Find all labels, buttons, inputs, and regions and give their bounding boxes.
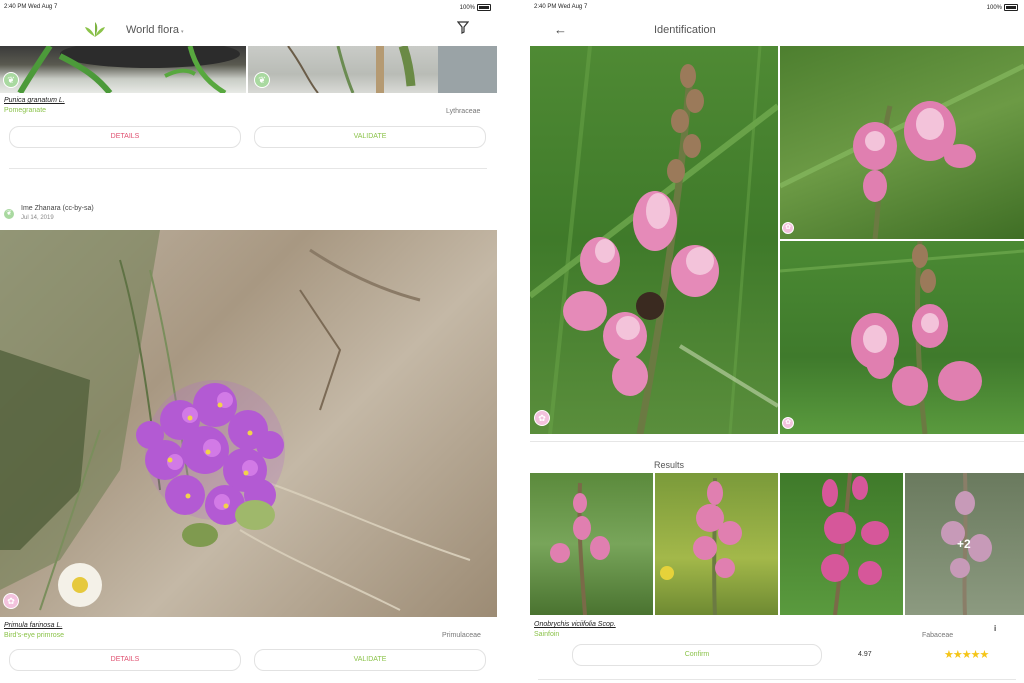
filter-icon[interactable]: [456, 21, 470, 37]
result-photo[interactable]: [530, 473, 653, 615]
flower-organ-icon: ✿: [782, 222, 794, 234]
status-bar: 2:40 PM Wed Aug 7 100%: [0, 0, 497, 14]
common-name: Sainfoin: [534, 631, 560, 638]
flower-organ-icon: ✿: [782, 417, 794, 429]
family-name: Primulaceae: [442, 632, 481, 639]
results-heading: Results: [654, 460, 685, 470]
result-photo[interactable]: [780, 473, 903, 615]
card-divider: [9, 168, 487, 169]
battery-icon: [477, 4, 491, 11]
flower-organ-icon: ✿: [3, 593, 19, 609]
left-screen: 2:40 PM Wed Aug 7 100% World flora ▾ ❦ ❦…: [0, 0, 497, 683]
confirm-button[interactable]: Confirm: [572, 644, 822, 666]
common-name: Bird's-eye primrose: [4, 632, 65, 639]
page-title: Identification: [654, 24, 716, 36]
app-header: ← Identification: [530, 14, 1024, 46]
battery-indicator: 100%: [460, 4, 491, 11]
details-button[interactable]: DETAILS: [9, 126, 241, 148]
more-results-count: +2: [957, 537, 971, 551]
result-photo[interactable]: [655, 473, 778, 615]
scientific-name[interactable]: Punica granatum L.: [4, 97, 65, 104]
status-bar: 2:40 PM Wed Aug 7 100%: [530, 0, 1024, 14]
details-button[interactable]: DETAILS: [9, 649, 241, 671]
right-screen: 2:40 PM Wed Aug 7 100% ← Identification: [530, 0, 1024, 683]
chevron-down-icon: ▾: [180, 29, 184, 35]
status-time: 2:40 PM Wed Aug 7: [534, 4, 588, 10]
page-title[interactable]: World flora ▾: [126, 24, 184, 36]
family-name: Lythraceae: [446, 108, 481, 115]
score-value: 4.97: [858, 651, 872, 658]
leaf-avatar-icon: ❦: [3, 208, 15, 220]
observation-photo[interactable]: ❦: [248, 46, 497, 93]
battery-icon: [1004, 4, 1018, 11]
scientific-name[interactable]: Onobrychis viciifolia Scop.: [534, 621, 616, 628]
scientific-name[interactable]: Primula farinosa L.: [4, 622, 62, 629]
family-name: Fabaceae: [922, 632, 954, 639]
info-icon[interactable]: i: [994, 624, 996, 633]
flower-organ-icon: ✿: [534, 410, 550, 426]
identification-photo[interactable]: ✿: [780, 241, 1024, 434]
identification-photo[interactable]: ✿: [780, 46, 1024, 239]
star-rating: ★★★★★: [944, 649, 989, 661]
plant-leaves-icon: [84, 20, 106, 41]
section-divider: [530, 441, 1024, 442]
leaf-organ-icon: ❦: [3, 72, 19, 88]
observation-photo-primula[interactable]: ✿: [0, 230, 497, 617]
observation-date: Jul 14, 2019: [21, 215, 54, 221]
observation-author: Ime Zhanara (cc-by-sa): [21, 205, 94, 212]
identification-photo-main[interactable]: ✿: [530, 46, 778, 434]
battery-indicator: 100%: [987, 4, 1018, 11]
section-divider: [538, 679, 1016, 680]
validate-button[interactable]: VALIDATE: [254, 649, 486, 671]
app-header: World flora ▾: [0, 14, 497, 46]
leaf-organ-icon: ❦: [254, 72, 270, 88]
back-arrow-icon[interactable]: ←: [554, 22, 567, 37]
common-name: Pomegranate: [4, 107, 47, 114]
validate-button[interactable]: VALIDATE: [254, 126, 486, 148]
status-time: 2:40 PM Wed Aug 7: [4, 4, 58, 10]
result-photo-more[interactable]: +2: [905, 473, 1024, 615]
observation-photo[interactable]: ❦: [0, 46, 246, 93]
